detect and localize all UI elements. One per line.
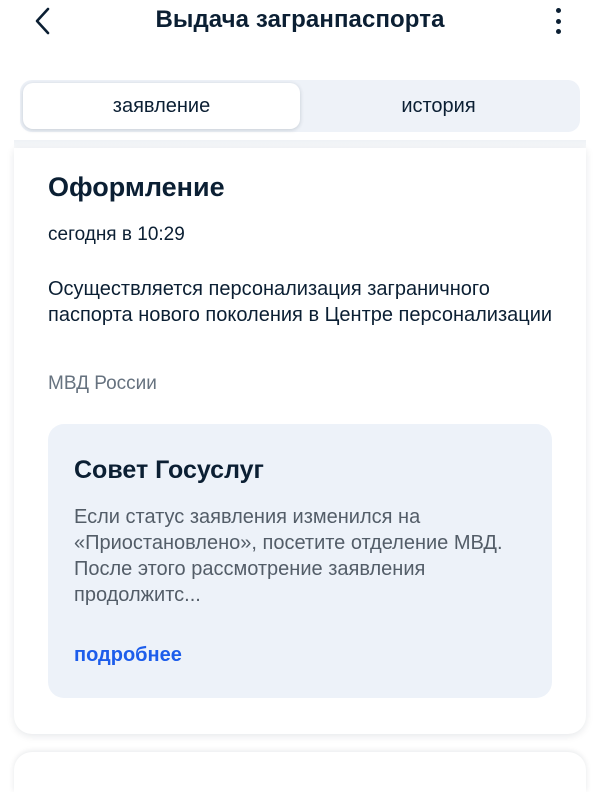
tab-history[interactable]: история — [300, 83, 577, 129]
tab-bar: заявление история — [20, 80, 580, 132]
page-title: Выдача загранпаспорта — [155, 6, 445, 33]
tip-text: Если статус заявления изменился на «Прио… — [74, 506, 503, 606]
status-time: сегодня в 10:29 — [48, 224, 185, 245]
more-options-button[interactable] — [548, 6, 568, 36]
status-card: Оформление сегодня в 10:29 Осуществляетс… — [14, 148, 586, 734]
more-details-link[interactable]: подробнее — [74, 644, 182, 667]
tip-card: Совет Госуслуг Если статус заявления изм… — [48, 424, 552, 698]
tip-title: Совет Госуслуг — [74, 456, 264, 484]
status-description: Осуществляется персонализация загранично… — [48, 278, 553, 326]
tab-application[interactable]: заявление — [23, 83, 300, 129]
header: Выдача загранпаспорта — [0, 0, 600, 44]
department-label: МВД России — [48, 373, 157, 394]
next-card — [14, 752, 586, 792]
status-title: Оформление — [48, 172, 225, 202]
more-vertical-icon — [555, 8, 561, 13]
